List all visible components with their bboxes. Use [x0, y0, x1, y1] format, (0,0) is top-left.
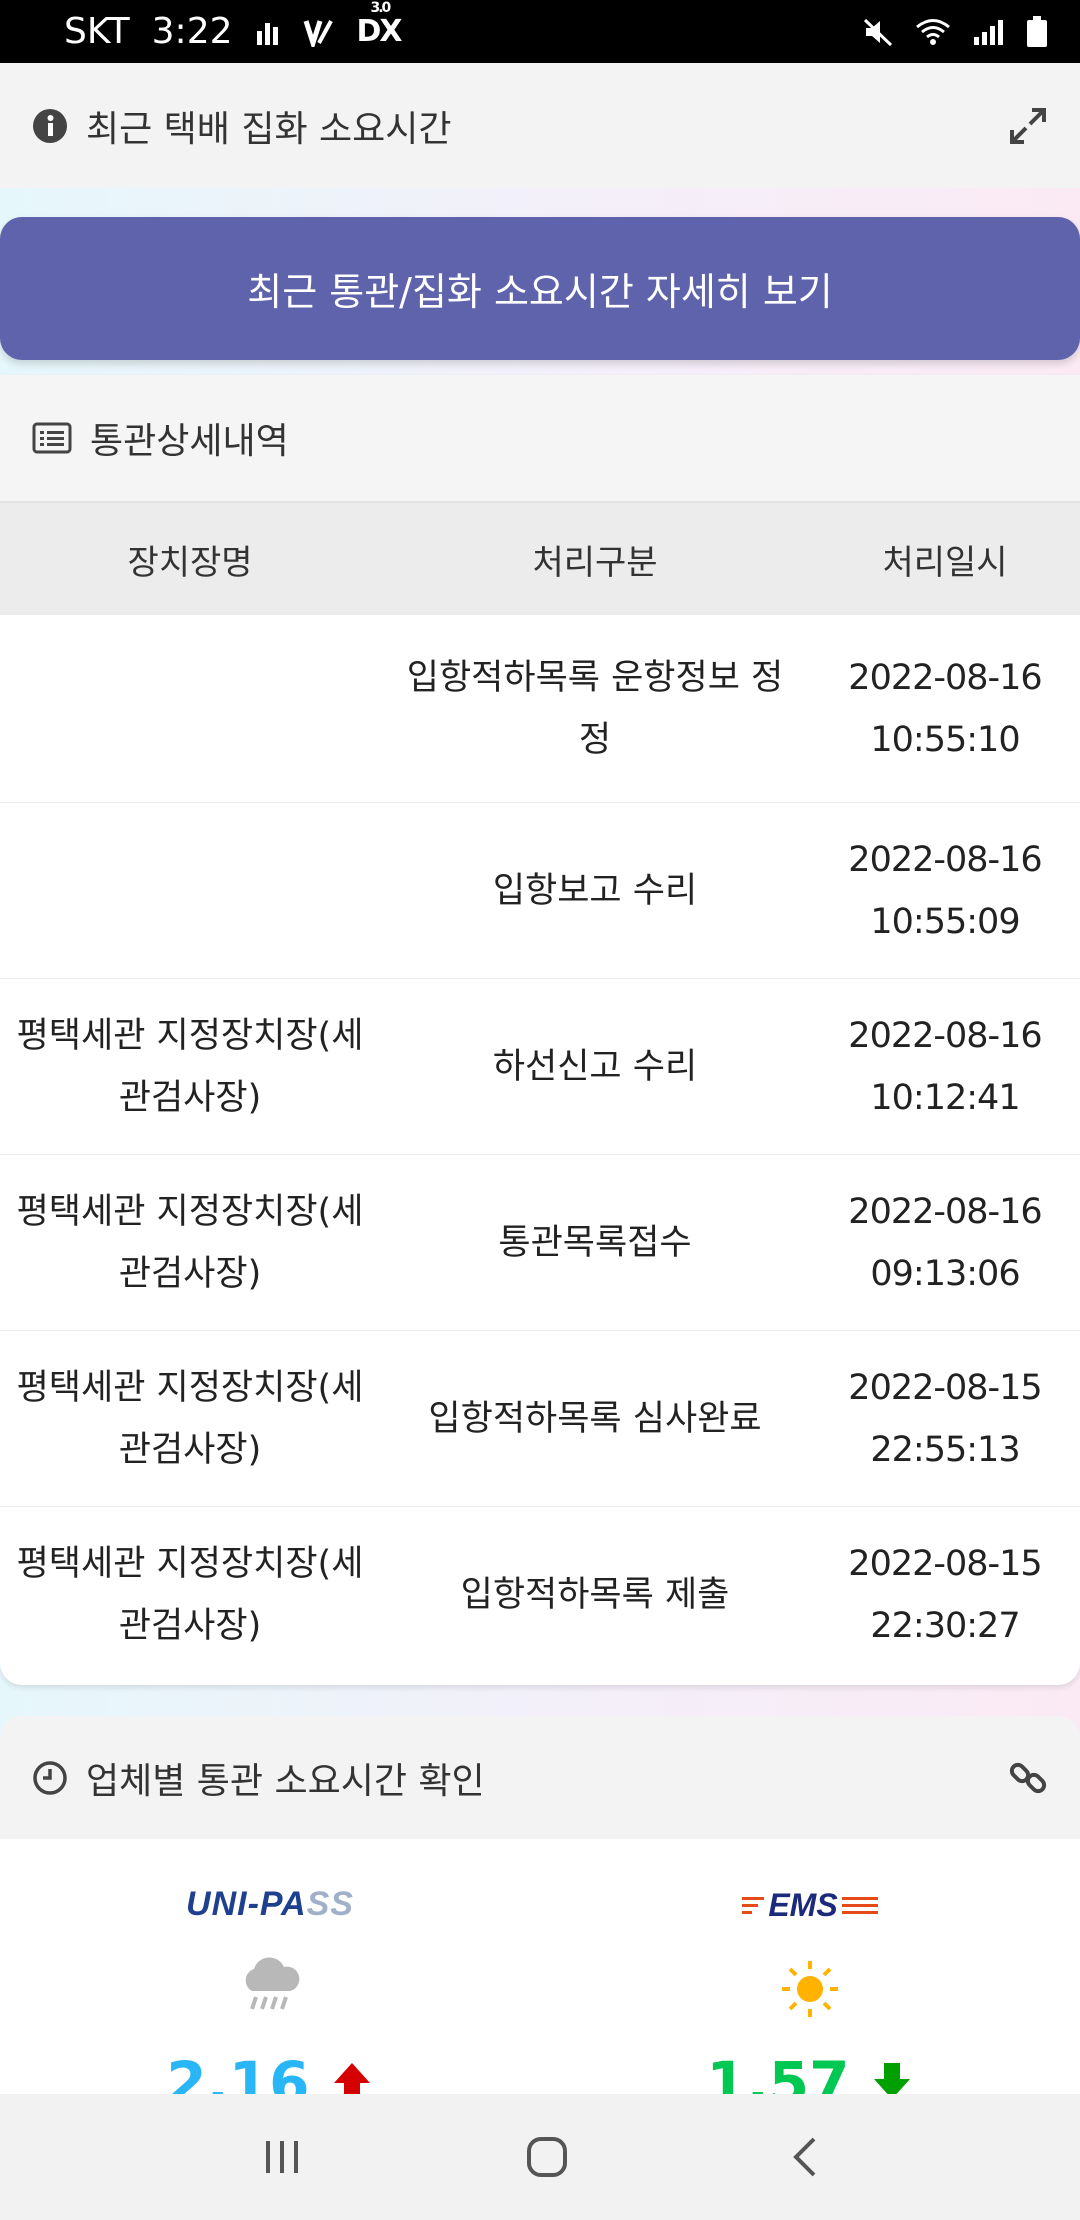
- unipass-metric: 2.16: [0, 2049, 540, 2094]
- battery-icon: [1026, 15, 1048, 48]
- carrier-time-header: 업체별 통관 소요시간 확인: [0, 1716, 1080, 1839]
- table-header: 장치장명 처리구분 처리일시: [0, 501, 1080, 615]
- cell-signal-icon: [972, 17, 1006, 47]
- cell-time: 22:55:13: [870, 1429, 1020, 1470]
- network-badge: 3.0: [370, 0, 392, 16]
- clock: 3:22: [151, 11, 233, 52]
- info-icon: [32, 108, 68, 144]
- carrier-unipass[interactable]: UNI-PASS 2.16: [0, 1839, 540, 2094]
- wifi-icon: [914, 17, 952, 47]
- cell-type: 하선신고 수리: [492, 1046, 698, 1087]
- cell-date: 2022-08-16: [848, 1191, 1042, 1232]
- cell-datetime: 2022-08-16 10:55:10: [810, 647, 1080, 771]
- customs-detail-title: 통관상세내역: [90, 421, 289, 462]
- table-row: 입항적하목록 운항정보 정정 2022-08-16 10:55:10: [0, 615, 1080, 803]
- cell-date: 2022-08-16: [848, 657, 1042, 698]
- cell-location: 평택세관 지정장치장(세관검사장): [16, 1544, 364, 1646]
- unipass-days-value: 2.16: [166, 2049, 310, 2094]
- cell-time: 10:55:09: [870, 901, 1020, 942]
- unipass-logo: UNI-PASS: [186, 1885, 354, 1923]
- expand-icon[interactable]: [1008, 106, 1048, 146]
- cell-location: 평택세관 지정장치장(세관검사장): [16, 1367, 364, 1470]
- volte-icon: [303, 17, 335, 47]
- customs-detail-card: 통관상세내역 장치장명 처리구분 처리일시 입항적하목록 운항정보 정정 202…: [0, 375, 1080, 1685]
- cell-time: 09:13:06: [870, 1253, 1020, 1294]
- ems-logo: EMS: [540, 1885, 1080, 1924]
- clock-icon: [32, 1760, 68, 1796]
- cell-datetime: 2022-08-16 10:55:09: [810, 829, 1080, 953]
- list-icon: [32, 422, 72, 454]
- table-body: 입항적하목록 운항정보 정정 2022-08-16 10:55:10 입항보고 수…: [0, 615, 1080, 1683]
- link-icon[interactable]: [1008, 1758, 1048, 1798]
- cloud-rain-icon: [0, 1957, 540, 2021]
- carrier-time-title: 업체별 통관 소요시간 확인: [86, 1760, 485, 1802]
- cell-datetime: 2022-08-15 22:30:27: [810, 1533, 1080, 1657]
- ems-days-value: 1.57: [706, 2049, 850, 2094]
- customs-detail-header: 통관상세내역: [0, 375, 1080, 501]
- table-row: 평택세관 지정장치장(세관검사장) 입항적하목록 심사완료 2022-08-15…: [0, 1331, 1080, 1507]
- carrier-panel: UNI-PASS 2.16 EMS 1.57: [0, 1839, 1080, 2094]
- cell-datetime: 2022-08-16 10:12:41: [810, 1005, 1080, 1129]
- cell-location: 평택세관 지정장치장(세관검사장): [16, 1015, 364, 1118]
- column-header-type: 처리구분: [532, 542, 658, 583]
- cell-datetime: 2022-08-15 22:55:13: [810, 1357, 1080, 1481]
- cell-date: 2022-08-16: [848, 1015, 1042, 1056]
- cell-type: 입항적하목록 제출: [460, 1575, 730, 1615]
- carrier-ems[interactable]: EMS 1.57: [540, 1839, 1080, 2094]
- signal-bars-icon: [255, 17, 281, 47]
- sun-icon: [540, 1957, 1080, 2025]
- trend-up-icon: [330, 2049, 374, 2094]
- table-row: 평택세관 지정장치장(세관검사장) 통관목록접수 2022-08-16 09:13…: [0, 1155, 1080, 1331]
- table-row: 입항보고 수리 2022-08-16 10:55:09: [0, 803, 1080, 979]
- table-row: 평택세관 지정장치장(세관검사장) 입항적하목록 제출 2022-08-15 22…: [0, 1507, 1080, 1683]
- ems-metric: 1.57: [540, 2049, 1080, 2094]
- table-row: 평택세관 지정장치장(세관검사장) 하선신고 수리 2022-08-16 10:1…: [0, 979, 1080, 1155]
- back-icon[interactable]: [790, 2135, 820, 2179]
- cell-type: 입항보고 수리: [492, 870, 698, 911]
- recents-icon[interactable]: [260, 2137, 304, 2177]
- cell-date: 2022-08-16: [848, 839, 1042, 880]
- carrier-name: SKT: [64, 11, 130, 52]
- system-nav-bar: [0, 2094, 1080, 2220]
- cell-time: 10:12:41: [870, 1077, 1020, 1118]
- home-icon[interactable]: [525, 2135, 569, 2179]
- cell-type: 통관목록접수: [498, 1222, 692, 1263]
- column-header-location: 장치장명: [127, 542, 253, 583]
- recent-parcel-header: 최근 택배 집화 소요시간: [0, 63, 1080, 188]
- cell-type: 입항적하목록 운항정보 정정: [406, 657, 784, 760]
- cell-location: 평택세관 지정장치장(세관검사장): [16, 1191, 364, 1294]
- trend-down-icon: [870, 2049, 914, 2094]
- mute-icon: [862, 17, 894, 47]
- view-details-button[interactable]: 최근 통관/집화 소요시간 자세히 보기: [0, 217, 1080, 360]
- recent-parcel-title: 최근 택배 집화 소요시간: [86, 108, 452, 150]
- cell-time: 22:30:27: [870, 1606, 1020, 1646]
- status-bar: SKT 3:22 DX 3.0: [0, 0, 1080, 63]
- network-dx-icon: DX 3.0: [356, 0, 403, 49]
- column-header-datetime: 처리일시: [882, 542, 1008, 583]
- cell-type: 입항적하목록 심사완료: [428, 1398, 762, 1439]
- cell-date: 2022-08-15: [848, 1367, 1042, 1408]
- cell-time: 10:55:10: [870, 719, 1020, 760]
- cell-date: 2022-08-15: [848, 1544, 1042, 1584]
- cell-datetime: 2022-08-16 09:13:06: [810, 1181, 1080, 1305]
